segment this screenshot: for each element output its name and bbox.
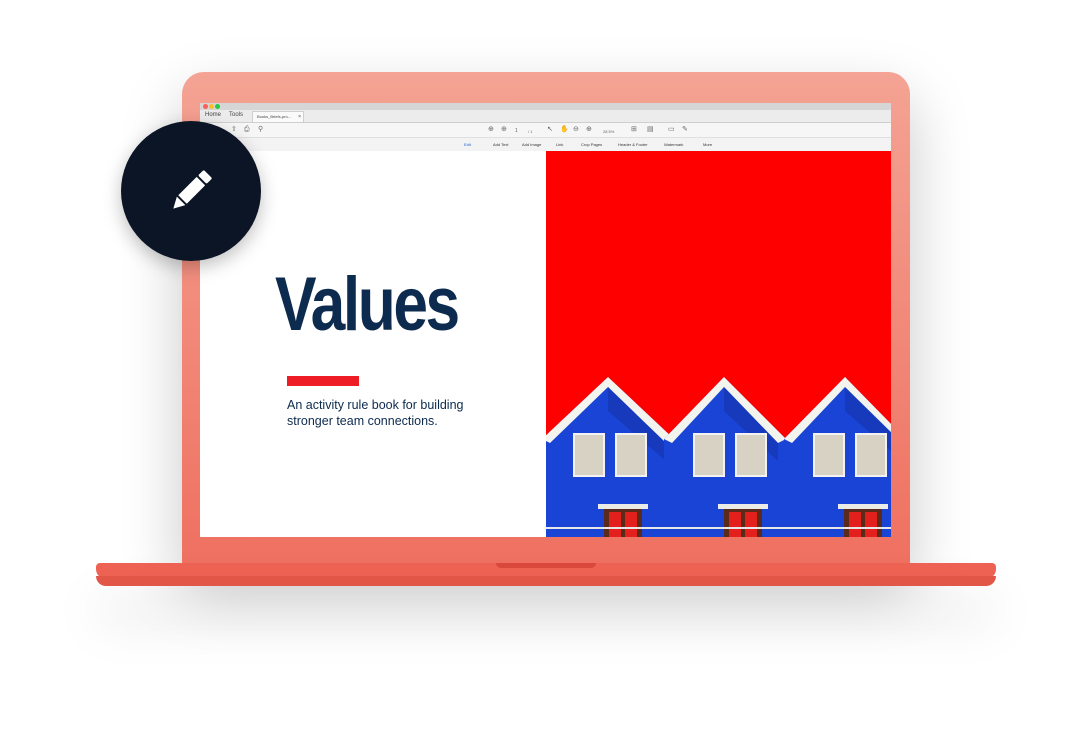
highlight-pen-icon[interactable]: ✎ xyxy=(682,126,688,134)
link-button[interactable]: Link xyxy=(556,142,563,147)
tab-home[interactable]: Home xyxy=(205,112,221,118)
edit-toolbar: Edit Add Text Add Image Link Crop Pages … xyxy=(200,138,891,152)
page-total: / 1 xyxy=(528,129,533,134)
tab-tools[interactable]: Tools xyxy=(229,112,243,118)
maximize-window-icon[interactable] xyxy=(215,104,220,109)
house xyxy=(664,377,786,537)
scroll-mode-icon[interactable]: ▤ xyxy=(647,126,654,134)
houses-photo xyxy=(546,377,891,537)
document-tab-label: Books_Briefs-pro... xyxy=(257,114,292,119)
minimize-window-icon[interactable] xyxy=(209,104,214,109)
page-number-input[interactable]: 1 xyxy=(515,127,518,135)
house xyxy=(784,377,891,537)
house xyxy=(546,377,674,537)
close-tab-icon[interactable]: × xyxy=(298,112,301,122)
accent-rule xyxy=(287,376,359,386)
add-text-button[interactable]: Add Text xyxy=(493,142,509,147)
tab-document[interactable]: Books_Briefs-pro... × xyxy=(252,111,304,122)
next-page-icon[interactable]: ⊕ xyxy=(501,126,507,134)
main-toolbar: ☆ ⇧ ⎙ ⚲ ⊕ ⊕ 1 / 1 ↖ ✋ ⊖ ⊕ 28.5% ⊞ ▤ ▭ ✎ xyxy=(200,123,891,138)
zoom-level[interactable]: 28.5% xyxy=(603,128,614,136)
laptop-screen: Home Tools Books_Briefs-pro... × ☆ ⇧ ⎙ ⚲… xyxy=(200,103,891,537)
document-subtitle: An activity rule book for building stron… xyxy=(287,398,464,428)
zoom-in-icon[interactable]: ⊕ xyxy=(586,126,592,134)
print-icon[interactable]: ⎙ xyxy=(244,126,250,134)
edit-button[interactable]: Edit xyxy=(464,142,471,147)
laptop-base-lip xyxy=(96,576,996,586)
zoom-out-icon[interactable]: ⊖ xyxy=(573,126,579,134)
edit-badge xyxy=(121,121,261,261)
watermark-button[interactable]: Watermark xyxy=(664,142,683,147)
add-image-button[interactable]: Add Image xyxy=(522,142,541,147)
crop-pages-button[interactable]: Crop Pages xyxy=(581,142,602,147)
close-window-icon[interactable] xyxy=(203,104,208,109)
document-title: Values xyxy=(275,262,460,347)
document-page-right xyxy=(546,151,891,537)
search-icon[interactable]: ⚲ xyxy=(258,126,263,134)
comment-icon[interactable]: ▭ xyxy=(668,126,675,134)
hand-tool-icon[interactable]: ✋ xyxy=(560,126,569,134)
header-footer-button[interactable]: Header & Footer xyxy=(618,142,648,147)
tab-bar: Home Tools Books_Briefs-pro... × xyxy=(200,110,891,123)
upload-icon[interactable]: ⇧ xyxy=(231,126,237,134)
pencil-icon xyxy=(173,170,212,209)
fit-page-icon[interactable]: ⊞ xyxy=(631,126,637,134)
more-button[interactable]: More xyxy=(703,142,712,147)
select-tool-icon[interactable]: ↖ xyxy=(547,126,553,134)
railing xyxy=(546,527,891,529)
laptop-notch xyxy=(496,563,596,568)
prev-page-icon[interactable]: ⊕ xyxy=(488,126,494,134)
window-titlebar xyxy=(200,103,891,110)
